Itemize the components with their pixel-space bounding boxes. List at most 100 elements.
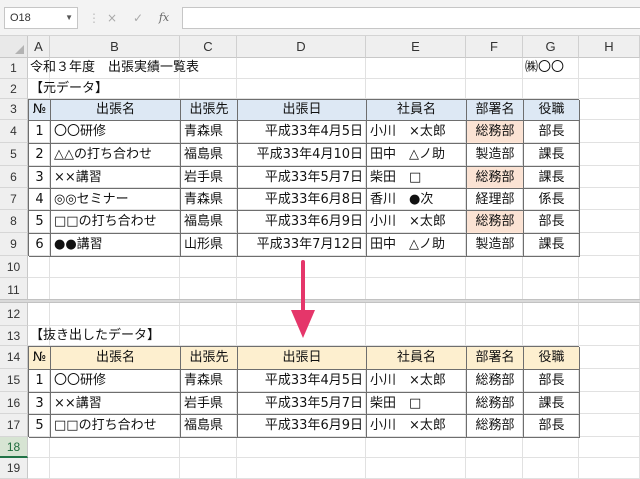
source-cell[interactable]: 山形県 [181,234,238,257]
source-cell[interactable]: 係長 [524,189,580,211]
source-header-cell[interactable]: 役職 [524,100,580,121]
source-cell[interactable]: 小川 ×太郎 [367,211,467,234]
source-header-cell[interactable]: 社員名 [367,100,467,121]
extract-cell[interactable]: 小川 ×太郎 [367,370,467,393]
extract-cell[interactable]: 〇〇研修 [51,370,181,393]
source-cell[interactable]: 田中 △ノ助 [367,234,467,257]
extract-cell[interactable]: 1 [29,370,51,393]
source-cell[interactable]: □□の打ち合わせ [51,211,181,234]
source-cell[interactable]: 青森県 [181,189,238,211]
row-header-2[interactable]: 2 [0,79,28,99]
source-cell[interactable]: 課長 [524,144,580,167]
extract-cell[interactable]: 柴田 □ [367,393,467,415]
column-header-d[interactable]: D [237,36,366,58]
extract-cell[interactable]: 平成33年4月5日 [238,370,367,393]
source-cell[interactable]: 青森県 [181,121,238,144]
source-header-cell[interactable]: 出張名 [51,100,181,121]
source-cell[interactable]: 〇〇研修 [51,121,181,144]
chevron-down-icon[interactable]: ▼ [65,8,73,28]
row-header-4[interactable]: 4 [0,120,28,143]
source-cell[interactable]: 平成33年5月7日 [238,167,367,189]
name-box[interactable]: O18 ▼ [4,7,78,29]
source-cell[interactable]: 平成33年4月10日 [238,144,367,167]
column-header-f[interactable]: F [466,36,523,58]
source-cell[interactable]: 総務部 [467,121,524,144]
source-cell[interactable]: ◎◎セミナー [51,189,181,211]
source-cell[interactable]: 2 [29,144,51,167]
select-all-corner[interactable] [0,36,28,58]
freeze-split-bar[interactable] [0,299,640,303]
row-header-10[interactable]: 10 [0,256,28,278]
row-header-5[interactable]: 5 [0,143,28,166]
source-cell[interactable]: 福島県 [181,211,238,234]
source-cell[interactable]: 製造部 [467,234,524,257]
row-header-12[interactable]: 12 [0,303,28,326]
source-cell[interactable]: 総務部 [467,167,524,189]
source-cell[interactable]: 福島県 [181,144,238,167]
source-cell[interactable]: 平成33年6月8日 [238,189,367,211]
row-header-14[interactable]: 14 [0,346,28,369]
source-cell[interactable]: 6 [29,234,51,257]
extract-header-cell[interactable]: 社員名 [367,347,467,370]
extract-cell[interactable]: 青森県 [181,370,238,393]
row-header-19[interactable]: 19 [0,458,28,479]
column-header-g[interactable]: G [523,36,579,58]
extract-cell[interactable]: 小川 ×太郎 [367,415,467,438]
source-cell[interactable]: 部長 [524,121,580,144]
row-header-17[interactable]: 17 [0,414,28,437]
extract-cell[interactable]: 部長 [524,370,580,393]
source-cell[interactable]: 平成33年7月12日 [238,234,367,257]
extract-cell[interactable]: 総務部 [467,370,524,393]
row-header-6[interactable]: 6 [0,166,28,188]
extract-cell[interactable]: 総務部 [467,415,524,438]
source-cell[interactable]: 総務部 [467,211,524,234]
extract-cell[interactable]: 課長 [524,393,580,415]
extract-cell[interactable]: 平成33年5月7日 [238,393,367,415]
extract-cell[interactable]: 岩手県 [181,393,238,415]
source-cell[interactable]: 3 [29,167,51,189]
extract-cell[interactable]: □□の打ち合わせ [51,415,181,438]
row-header-18[interactable]: 18 [0,437,28,458]
column-header-c[interactable]: C [180,36,237,58]
cancel-icon[interactable]: × [104,9,120,27]
row-header-3[interactable]: 3 [0,99,28,120]
source-header-cell[interactable]: 出張先 [181,100,238,121]
extract-header-cell[interactable]: № [29,347,51,370]
source-cell[interactable]: 1 [29,121,51,144]
source-cell[interactable]: 部長 [524,211,580,234]
enter-icon[interactable]: ✓ [130,9,146,27]
source-cell[interactable]: △△の打ち合わせ [51,144,181,167]
source-cell[interactable]: 経理部 [467,189,524,211]
extract-cell[interactable]: 5 [29,415,51,438]
row-header-9[interactable]: 9 [0,233,28,256]
extract-cell[interactable]: 3 [29,393,51,415]
source-cell[interactable]: 5 [29,211,51,234]
row-header-7[interactable]: 7 [0,188,28,210]
source-cell[interactable]: 平成33年6月9日 [238,211,367,234]
extract-cell[interactable]: 平成33年6月9日 [238,415,367,438]
extract-header-cell[interactable]: 出張先 [181,347,238,370]
source-header-cell[interactable]: № [29,100,51,121]
source-cell[interactable]: 香川 ●次 [367,189,467,211]
source-cell[interactable]: 製造部 [467,144,524,167]
source-cell[interactable]: 田中 △ノ助 [367,144,467,167]
extract-cell[interactable]: 部長 [524,415,580,438]
source-cell[interactable]: 4 [29,189,51,211]
source-cell[interactable]: ●●講習 [51,234,181,257]
extract-header-cell[interactable]: 出張名 [51,347,181,370]
source-cell[interactable]: 平成33年4月5日 [238,121,367,144]
extract-cell[interactable]: 福島県 [181,415,238,438]
source-header-cell[interactable]: 出張日 [238,100,367,121]
extract-header-cell[interactable]: 部署名 [467,347,524,370]
extract-cell[interactable]: 総務部 [467,393,524,415]
column-header-b[interactable]: B [50,36,180,58]
source-header-cell[interactable]: 部署名 [467,100,524,121]
row-header-13[interactable]: 13 [0,326,28,346]
extract-header-cell[interactable]: 出張日 [238,347,367,370]
row-header-15[interactable]: 15 [0,369,28,392]
column-header-a[interactable]: A [28,36,50,58]
source-cell[interactable]: ××講習 [51,167,181,189]
extract-cell[interactable]: ××講習 [51,393,181,415]
insert-function-icon[interactable]: fx [156,9,172,27]
extract-header-cell[interactable]: 役職 [524,347,580,370]
